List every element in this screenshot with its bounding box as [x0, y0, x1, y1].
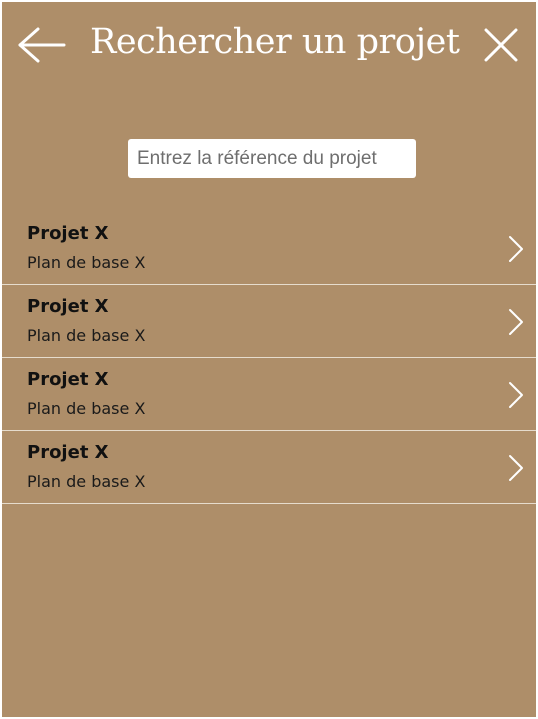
arrow-left-icon — [18, 27, 66, 63]
project-subtitle: Plan de base X — [27, 399, 146, 418]
project-list-item[interactable]: Projet X Plan de base X — [2, 431, 536, 504]
project-list: Projet X Plan de base X Projet X Plan de… — [2, 212, 536, 504]
close-button[interactable] — [480, 24, 522, 66]
project-title: Projet X — [27, 369, 109, 390]
chevron-right-icon — [509, 309, 523, 335]
close-icon — [484, 28, 518, 62]
header: Rechercher un projet — [2, 2, 536, 86]
project-list-item[interactable]: Projet X Plan de base X — [2, 358, 536, 431]
search-project-screen: Rechercher un projet Projet X Plan de ba… — [2, 2, 536, 717]
chevron-right-icon — [509, 455, 523, 481]
project-subtitle: Plan de base X — [27, 253, 146, 272]
project-title: Projet X — [27, 296, 109, 317]
project-title: Projet X — [27, 223, 109, 244]
back-button[interactable] — [16, 24, 66, 66]
project-subtitle: Plan de base X — [27, 326, 146, 345]
project-reference-input[interactable] — [128, 139, 416, 178]
chevron-right-icon — [509, 236, 523, 262]
chevron-right-icon — [509, 382, 523, 408]
project-subtitle: Plan de base X — [27, 472, 146, 491]
project-list-item[interactable]: Projet X Plan de base X — [2, 212, 536, 285]
page-title: Rechercher un projet — [90, 22, 460, 62]
project-list-item[interactable]: Projet X Plan de base X — [2, 285, 536, 358]
project-title: Projet X — [27, 442, 109, 463]
